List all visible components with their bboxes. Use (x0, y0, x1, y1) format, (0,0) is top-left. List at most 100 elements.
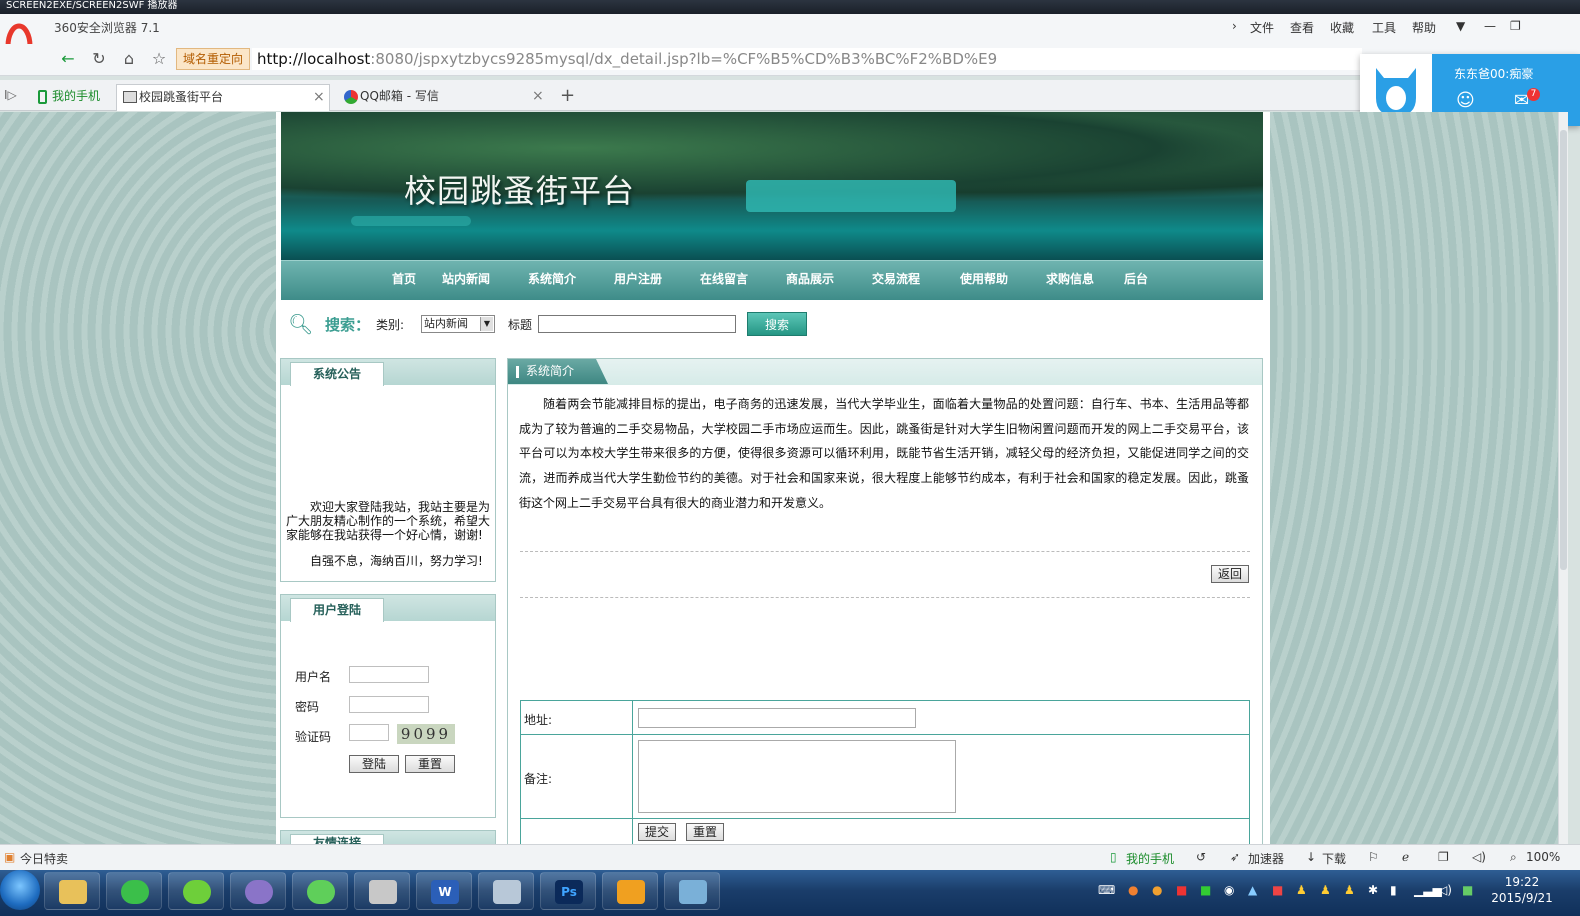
form-reset-button[interactable]: 重置 (686, 823, 724, 841)
phone-icon (38, 90, 47, 104)
tray-app-icon[interactable]: ■ (1272, 883, 1283, 897)
nav-home[interactable]: 首页 (392, 270, 416, 287)
tray-device-icon[interactable]: ▮ (1390, 883, 1397, 897)
captcha-input[interactable] (349, 724, 389, 741)
tray-app-icon[interactable]: ● (1152, 883, 1162, 897)
domain-redirect-badge[interactable]: 域名重定向 (176, 48, 250, 70)
nav-products[interactable]: 商品展示 (786, 270, 834, 287)
refresh-icon[interactable]: ↻ (87, 48, 111, 70)
password-input[interactable] (349, 696, 429, 713)
tab-close-icon[interactable]: × (313, 85, 325, 110)
nav-intro[interactable]: 系统简介 (528, 270, 576, 287)
nav-process[interactable]: 交易流程 (872, 270, 920, 287)
category-value: 站内新闻 (424, 317, 468, 330)
status-download[interactable]: 下载 (1322, 850, 1346, 867)
nav-news[interactable]: 站内新闻 (442, 270, 490, 287)
taskbar-tools[interactable] (354, 872, 410, 910)
scrollbar-thumb[interactable] (1560, 130, 1567, 570)
taskbar-word[interactable]: W (416, 872, 472, 910)
magnifier-icon: 🔍︎ (288, 312, 314, 336)
menu-tools[interactable]: 工具 (1372, 19, 1396, 36)
url-bar[interactable]: http://localhost:8080/jspxytzbycs9285mys… (252, 48, 1362, 70)
captcha-image[interactable]: 9099 (397, 724, 455, 744)
menu-view[interactable]: 查看 (1290, 19, 1314, 36)
nav-guestbook[interactable]: 在线留言 (700, 270, 748, 287)
sidebar-toggle-icon[interactable]: I▷ (4, 88, 17, 102)
tray-qq-icon[interactable]: ♟ (1344, 883, 1355, 897)
tab-my-phone[interactable]: 我的手机 (30, 84, 110, 111)
search-button[interactable]: 搜索 (747, 312, 807, 336)
taskbar-clock[interactable]: 19:22 2015/9/21 (1484, 874, 1560, 906)
address-input[interactable] (638, 708, 916, 728)
tray-app-icon[interactable]: ▲ (1248, 883, 1257, 897)
nav-help[interactable]: 使用帮助 (960, 270, 1008, 287)
shirt-icon[interactable]: ▼ (1456, 19, 1465, 33)
status-deals[interactable]: 今日特卖 (20, 850, 68, 867)
volume-icon[interactable]: ◁) (1438, 883, 1452, 897)
speaker-icon[interactable]: ◁) (1472, 850, 1486, 864)
taskbar-app[interactable] (478, 872, 534, 910)
nav-register[interactable]: 用户注册 (614, 270, 662, 287)
category-label: 类别: (376, 318, 405, 332)
home-icon[interactable]: ⌂ (117, 48, 141, 70)
star-icon[interactable]: ☆ (147, 48, 171, 70)
login-button[interactable]: 登陆 (349, 755, 399, 773)
tray-app-icon[interactable]: ● (1128, 883, 1138, 897)
tab-campus-market[interactable]: 校园跳蚤街平台 × (116, 84, 330, 111)
tray-app-icon[interactable]: ■ (1176, 883, 1187, 897)
submit-button[interactable]: 提交 (638, 823, 676, 841)
username-input[interactable] (349, 666, 429, 683)
taskbar-app[interactable] (664, 872, 720, 910)
status-accelerator[interactable]: 加速器 (1248, 850, 1284, 867)
taskbar-explorer[interactable] (44, 872, 100, 910)
nav-wanted[interactable]: 求购信息 (1046, 270, 1094, 287)
menu-favorites[interactable]: 收藏 (1330, 19, 1354, 36)
tray-app-icon[interactable]: ◉ (1224, 883, 1234, 897)
app-icon (493, 880, 521, 904)
flag-icon[interactable]: ⚐ (1368, 850, 1379, 864)
ie-icon (183, 880, 211, 904)
nav-admin[interactable]: 后台 (1124, 270, 1148, 287)
login-reset-button[interactable]: 重置 (405, 755, 455, 773)
taskbar-ie[interactable] (168, 872, 224, 910)
chat-contact-name: 东东爸00:痴豪 (1454, 67, 1534, 81)
tray-app-icon[interactable]: ■ (1462, 883, 1473, 897)
minimize-button[interactable]: — (1484, 19, 1496, 33)
taskbar-app[interactable] (230, 872, 286, 910)
tab-qq-mail[interactable]: QQ邮箱 - 写信 × (338, 84, 550, 111)
title-search-input[interactable] (538, 315, 736, 333)
browser-title: 360安全浏览器 7.1 (54, 21, 160, 35)
taskbar-360-browser[interactable] (106, 872, 162, 910)
tray-keyboard-icon[interactable]: ⌨ (1098, 883, 1115, 897)
tray-app-icon[interactable]: ■ (1200, 883, 1211, 897)
bluetooth-icon[interactable]: ✱ (1368, 883, 1378, 897)
tab-close-icon[interactable]: × (532, 84, 544, 109)
window-icon[interactable]: ❐ (1438, 850, 1449, 864)
tray-qq-icon[interactable]: ♟ (1320, 883, 1331, 897)
start-button[interactable] (0, 870, 40, 910)
tray-qq-icon[interactable]: ♟ (1296, 883, 1307, 897)
menu-file[interactable]: 文件 (1250, 19, 1274, 36)
status-zoom[interactable]: 100% (1526, 850, 1560, 864)
taskbar-photoshop[interactable]: Ps (540, 872, 596, 910)
status-history-icon[interactable]: ↺ (1196, 850, 1206, 864)
taskbar-app[interactable] (602, 872, 658, 910)
taskbar-app[interactable] (292, 872, 348, 910)
app-icon (617, 880, 645, 904)
back-arrow-icon[interactable]: ← (56, 48, 80, 70)
address-label: 地址: (524, 713, 553, 727)
new-tab-button[interactable]: + (560, 85, 575, 106)
folder-icon (59, 880, 87, 904)
menu-help[interactable]: 帮助 (1412, 19, 1436, 36)
status-my-phone[interactable]: 我的手机 (1126, 850, 1174, 867)
menu-expand-icon[interactable]: › (1232, 19, 1237, 33)
app-icon (307, 880, 335, 904)
maximize-button[interactable]: ❐ (1510, 19, 1521, 33)
note-textarea[interactable] (638, 740, 956, 813)
back-button[interactable]: 返回 (1211, 565, 1249, 583)
ie-icon[interactable]: ℯ (1402, 850, 1409, 864)
category-select[interactable]: 站内新闻 ▼ (421, 315, 495, 333)
chat-face-icon[interactable]: ☺ (1456, 90, 1475, 111)
intro-text: 随着两会节能减排目标的提出，电子商务的迅速发展，当代大学毕业生，面临着大量物品的… (519, 397, 1249, 510)
form-column-line (632, 819, 633, 845)
